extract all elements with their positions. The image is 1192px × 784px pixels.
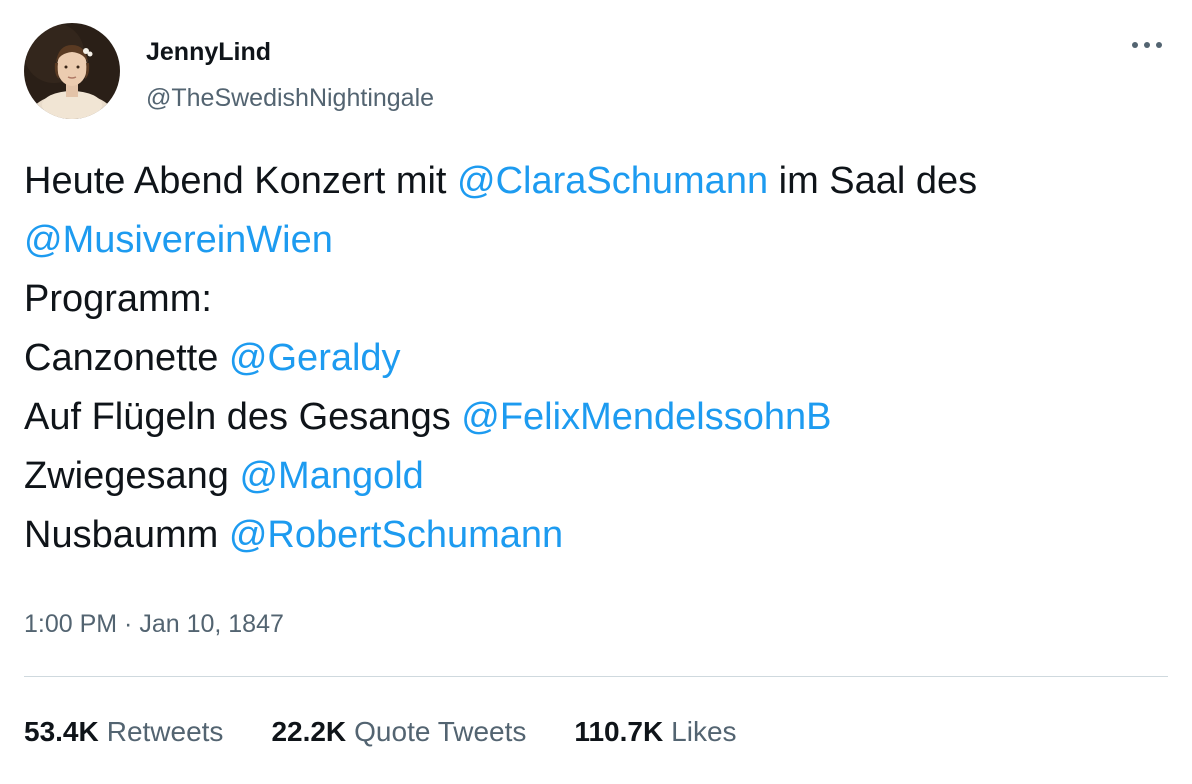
retweets-label: Retweets xyxy=(106,716,224,747)
tweet-line: Heute Abend Konzert mit @ClaraSchumann i… xyxy=(24,152,1174,211)
mention-link[interactable]: @MusivereinWien xyxy=(24,219,333,261)
likes-stat[interactable]: 110.7K Likes xyxy=(574,716,736,748)
divider xyxy=(24,676,1168,677)
mention-link[interactable]: @Mangold xyxy=(239,455,423,497)
tweet-text: Heute Abend Konzert mit @ClaraSchumann i… xyxy=(24,152,1174,565)
text-segment: Programm: xyxy=(24,278,212,320)
tweet-line: Programm: xyxy=(24,270,1174,329)
retweets-stat[interactable]: 53.4K Retweets xyxy=(24,716,223,748)
mention-link[interactable]: @FelixMendelssohnB xyxy=(461,396,831,438)
likes-label: Likes xyxy=(671,716,737,747)
likes-count: 110.7K xyxy=(574,716,664,747)
text-segment: im Saal des xyxy=(768,160,978,202)
mention-link[interactable]: @ClaraSchumann xyxy=(457,160,768,202)
retweets-count: 53.4K xyxy=(24,716,99,747)
author-avatar[interactable] xyxy=(24,23,120,119)
text-segment: Auf Flügeln des Gesangs xyxy=(24,396,462,438)
engagement-stats: 53.4K Retweets 22.2K Quote Tweets 110.7K… xyxy=(24,716,737,748)
tweet-card: JennyLind @TheSwedishNightingale Heute A… xyxy=(0,0,1192,784)
mention-link[interactable]: @RobertSchumann xyxy=(229,514,563,556)
author-display-name[interactable]: JennyLind xyxy=(146,38,271,67)
tweet-line: Auf Flügeln des Gesangs @FelixMendelssoh… xyxy=(24,388,1174,447)
more-horizontal-icon[interactable] xyxy=(1127,30,1167,60)
quote-tweets-count: 22.2K xyxy=(271,716,347,747)
tweet-timestamp: 1:00 PM · Jan 10, 1847 xyxy=(24,610,284,639)
timestamp-date[interactable]: Jan 10, 1847 xyxy=(139,610,284,638)
text-segment: Nusbaumm xyxy=(24,514,229,556)
tweet-line: Nusbaumm @RobertSchumann xyxy=(24,506,1174,565)
tweet-line: @MusivereinWien xyxy=(24,211,1174,270)
portrait-avatar-icon xyxy=(24,23,120,119)
author-handle[interactable]: @TheSwedishNightingale xyxy=(146,84,434,113)
quote-tweets-label: Quote Tweets xyxy=(354,716,527,747)
text-segment: Canzonette xyxy=(24,337,229,379)
text-segment: Heute Abend Konzert mit xyxy=(24,160,458,202)
timestamp-time[interactable]: 1:00 PM xyxy=(24,610,117,638)
tweet-line: Canzonette @Geraldy xyxy=(24,329,1174,388)
timestamp-separator: · xyxy=(117,610,140,638)
tweet-line: Zwiegesang @Mangold xyxy=(24,447,1174,506)
mention-link[interactable]: @Geraldy xyxy=(229,337,401,379)
text-segment: Zwiegesang xyxy=(24,455,240,497)
quote-tweets-stat[interactable]: 22.2K Quote Tweets xyxy=(271,716,526,748)
